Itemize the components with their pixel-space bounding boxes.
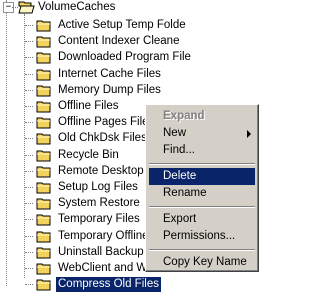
menu-item-delete[interactable]: Delete bbox=[149, 168, 255, 185]
folder-icon bbox=[36, 20, 51, 32]
tree-item-label[interactable]: Recycle Bin bbox=[56, 148, 121, 163]
tree-line bbox=[25, 187, 33, 188]
tree-item-label[interactable]: Temporary Files bbox=[56, 212, 142, 227]
tree-item-label[interactable]: Temporary Offline bbox=[56, 229, 151, 244]
tree-line bbox=[6, 13, 7, 286]
tree-item-label[interactable]: Uninstall Backup I bbox=[56, 245, 152, 260]
folder-icon bbox=[36, 231, 51, 243]
tree-item-label[interactable]: Remote Desktop C bbox=[56, 164, 157, 179]
tree-item-label[interactable]: Memory Dump Files bbox=[56, 83, 163, 98]
tree-item-label[interactable]: Active Setup Temp Folde bbox=[56, 18, 188, 33]
tree-line bbox=[25, 268, 33, 269]
tree-item-label[interactable]: Old ChkDsk Files bbox=[56, 131, 149, 146]
folder-icon bbox=[36, 166, 51, 178]
folder-icon bbox=[36, 247, 51, 259]
menu-item-new-label: New bbox=[163, 127, 187, 139]
folder-icon bbox=[36, 85, 51, 97]
tree-line bbox=[25, 138, 33, 140]
tree-root-label[interactable]: VolumeCaches bbox=[36, 0, 117, 15]
menu-item-copy-key-name[interactable]: Copy Key Name bbox=[149, 254, 255, 271]
folder-icon bbox=[36, 69, 51, 81]
folder-icon bbox=[36, 182, 51, 194]
tree-line bbox=[25, 170, 33, 172]
tree-item-label[interactable]: Internet Cache Files bbox=[56, 67, 163, 82]
tree-item-label[interactable]: Setup Log Files bbox=[56, 180, 140, 195]
context-menu: Expand New Find... Delete Rename Export … bbox=[145, 104, 259, 272]
open-folder-icon bbox=[18, 1, 35, 14]
tree-line bbox=[25, 203, 33, 205]
folder-icon bbox=[36, 52, 51, 64]
menu-item-rename[interactable]: Rename bbox=[149, 185, 255, 202]
tree-line bbox=[25, 57, 33, 59]
tree-item-label[interactable]: System Restore bbox=[56, 196, 142, 211]
menu-item-permissions[interactable]: Permissions... bbox=[149, 228, 255, 245]
tree-line bbox=[25, 106, 33, 107]
menu-item-new[interactable]: New bbox=[149, 125, 255, 142]
tree-item-label[interactable]: Compress Old Files bbox=[55, 276, 162, 292]
tree-line bbox=[25, 25, 33, 26]
submenu-arrow-icon bbox=[247, 130, 251, 138]
folder-icon bbox=[36, 198, 51, 210]
tree-line bbox=[24, 14, 25, 278]
tree-line bbox=[25, 122, 33, 124]
folder-icon bbox=[36, 117, 51, 129]
open-folder-icon bbox=[36, 279, 51, 291]
folder-icon bbox=[36, 263, 51, 275]
folder-icon bbox=[36, 133, 51, 145]
tree-item-label[interactable]: Content Indexer Cleane bbox=[56, 34, 181, 49]
menu-item-find[interactable]: Find... bbox=[149, 142, 255, 159]
folder-icon bbox=[36, 36, 51, 48]
menu-separator bbox=[149, 163, 255, 165]
folder-icon bbox=[36, 150, 51, 162]
tree-item-label[interactable]: Downloaded Program File bbox=[56, 50, 193, 65]
tree-line bbox=[25, 219, 33, 221]
tree-line bbox=[25, 284, 33, 286]
tree-line bbox=[25, 89, 33, 91]
tree-line bbox=[25, 251, 33, 253]
tree-item-label[interactable]: Offline Files bbox=[56, 99, 121, 114]
menu-item-export[interactable]: Export bbox=[149, 211, 255, 228]
folder-icon bbox=[36, 101, 51, 113]
tree-item-label[interactable]: WebClient and W bbox=[56, 261, 149, 276]
tree-item-label[interactable]: Offline Pages File bbox=[56, 115, 151, 130]
tree-line bbox=[25, 154, 33, 156]
tree-line bbox=[25, 73, 33, 75]
folder-icon bbox=[36, 214, 51, 226]
menu-separator bbox=[149, 249, 255, 251]
tree-line bbox=[25, 41, 33, 43]
menu-separator bbox=[149, 206, 255, 208]
menu-item-expand[interactable]: Expand bbox=[149, 108, 255, 125]
tree-line bbox=[25, 235, 33, 237]
